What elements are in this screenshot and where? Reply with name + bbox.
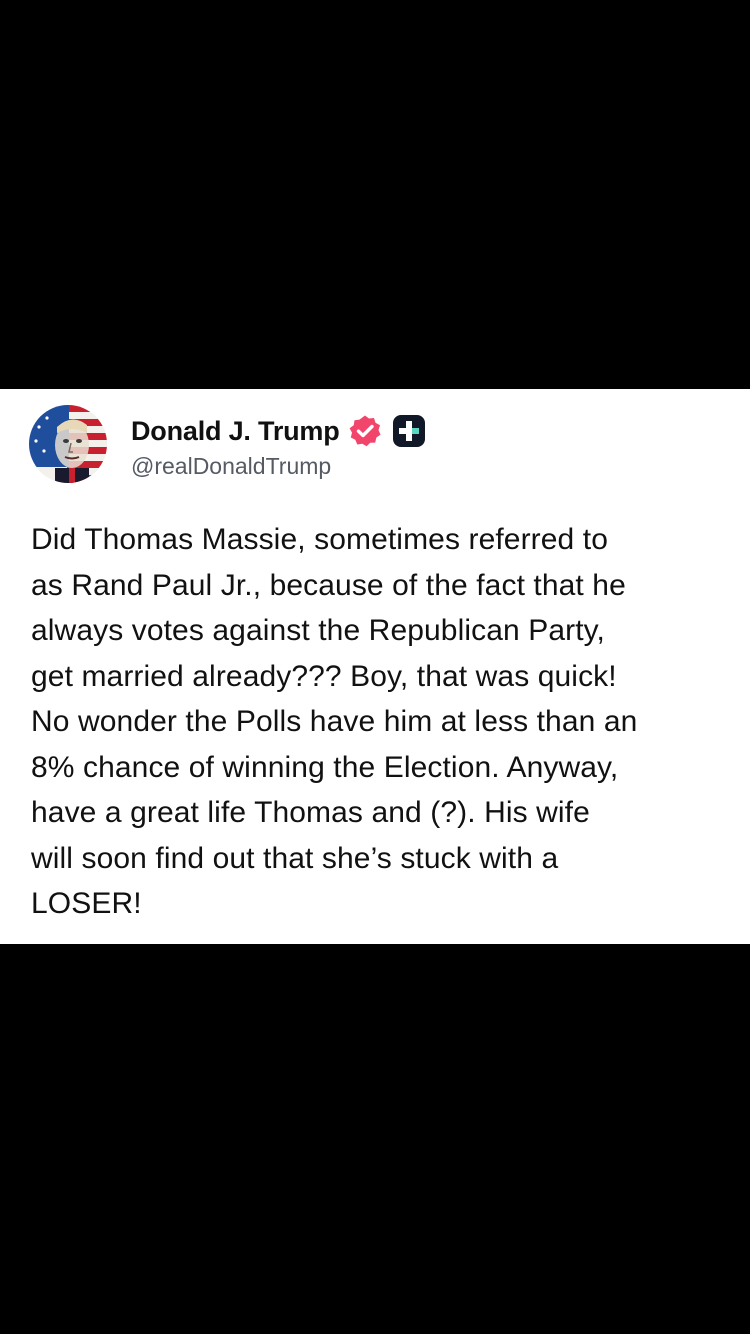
post-line: Did Thomas Massie, sometimes referred to xyxy=(31,523,608,556)
post-line: get married already??? Boy, that was qui… xyxy=(31,659,617,693)
post-body: Did Thomas Massie, sometimes referred to… xyxy=(31,517,731,927)
post-line: always votes against the Republican Part… xyxy=(31,614,605,647)
truth-plus-icon xyxy=(392,414,426,448)
bottom-black-area xyxy=(0,944,750,1334)
display-name[interactable]: Donald J. Trump xyxy=(131,416,340,447)
user-handle[interactable]: @realDonaldTrump xyxy=(131,453,331,480)
post-line: 8% chance of winning the Election. Anywa… xyxy=(31,750,619,784)
avatar[interactable] xyxy=(29,405,107,483)
avatar-image xyxy=(29,405,107,483)
post-line: as Rand Paul Jr., because of the fact th… xyxy=(31,568,626,602)
post-line: will soon find out that she’s stuck with… xyxy=(31,841,559,875)
post-line: No wonder the Polls have him at less tha… xyxy=(31,705,638,738)
verified-badge-icon xyxy=(348,414,382,448)
post-line: have a great life Thomas and (?). His wi… xyxy=(31,796,590,829)
top-black-area xyxy=(0,0,750,389)
author-row: Donald J. Trump xyxy=(131,413,426,449)
post-card: Donald J. Trump @realDonaldTrump Did Tho… xyxy=(0,389,750,944)
post-line: LOSER! xyxy=(31,887,142,920)
